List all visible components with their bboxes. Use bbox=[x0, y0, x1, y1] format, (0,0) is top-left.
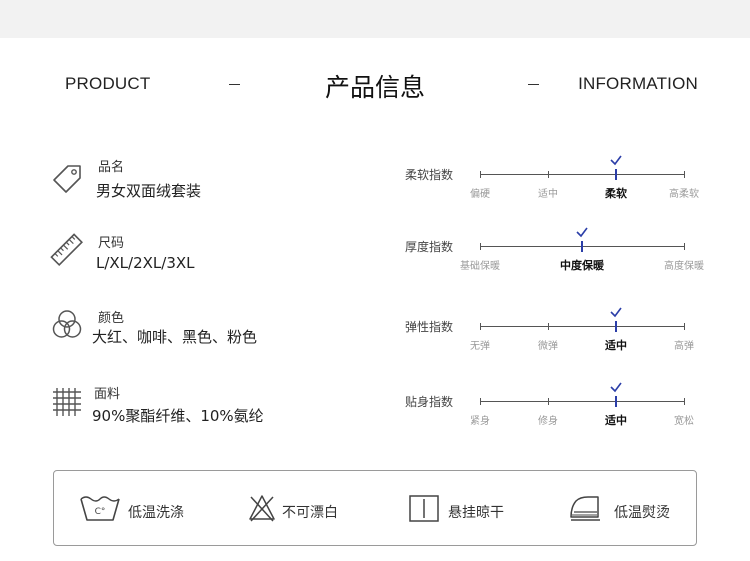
attribute-value: 大红、咖啡、黑色、粉色 bbox=[92, 328, 258, 346]
attribute-row-color: 颜色 大红、咖啡、黑色、粉色 bbox=[0, 305, 360, 365]
attribute-value: 男女双面绒套装 bbox=[96, 182, 202, 200]
scale-tick bbox=[480, 243, 481, 250]
attribute-label: 面料 bbox=[94, 387, 121, 402]
scale-tick bbox=[548, 323, 549, 330]
fabric-grid-icon bbox=[53, 388, 81, 416]
care-label: 低温洗涤 bbox=[128, 505, 184, 521]
attribute-row-fabric: 面料 90%聚酯纤维、10%氨纶 bbox=[0, 380, 360, 440]
tag-icon bbox=[53, 165, 81, 193]
checkmark-icon bbox=[610, 382, 622, 393]
scale-tick-label: 紧身 bbox=[470, 416, 490, 427]
no-bleach-icon bbox=[249, 495, 275, 522]
fit-scale: 贴身指数 紧身 修身 适中 宽松 bbox=[400, 382, 720, 435]
scale-tick bbox=[548, 398, 549, 405]
softness-scale: 柔软指数 偏硬 适中 柔软 高柔软 bbox=[400, 155, 720, 208]
wash-temp-label: C° bbox=[95, 507, 106, 517]
checkmark-icon bbox=[576, 227, 588, 238]
scale-tick-label: 基础保暖 bbox=[460, 261, 500, 272]
care-instructions-box: C° 低温洗涤 不可漂白 悬挂晾干 低温熨烫 bbox=[53, 470, 697, 546]
thickness-scale: 厚度指数 基础保暖 中度保暖 高度保暖 bbox=[400, 227, 720, 280]
scale-tick-label: 适中 bbox=[538, 189, 558, 200]
attribute-label: 品名 bbox=[98, 160, 125, 175]
scale-name: 厚度指数 bbox=[405, 240, 454, 254]
section-header: PRODUCT 产品信息 INFORMATION bbox=[0, 62, 750, 106]
top-band bbox=[0, 0, 750, 38]
scale-tick-label: 偏硬 bbox=[470, 189, 490, 200]
scale-marker bbox=[615, 169, 617, 180]
color-circles-icon bbox=[52, 310, 82, 338]
attribute-label: 尺码 bbox=[98, 236, 125, 251]
elasticity-scale: 弹性指数 无弹 微弹 适中 高弹 bbox=[400, 307, 720, 360]
scale-tick-label: 高柔软 bbox=[669, 189, 699, 200]
scale-selected-label: 适中 bbox=[605, 339, 627, 352]
scale-name: 弹性指数 bbox=[405, 320, 454, 334]
scale-marker bbox=[615, 396, 617, 407]
scale-selected-label: 适中 bbox=[605, 414, 627, 427]
scale-tick bbox=[684, 171, 685, 178]
scale-marker bbox=[615, 321, 617, 332]
scale-tick bbox=[548, 171, 549, 178]
scale-tick-label: 宽松 bbox=[674, 416, 694, 427]
scale-selected-label: 中度保暖 bbox=[560, 259, 604, 272]
attribute-value: 90%聚酯纤维、10%氨纶 bbox=[92, 407, 264, 425]
checkmark-icon bbox=[610, 155, 622, 166]
scale-tick-label: 高弹 bbox=[674, 341, 694, 352]
attribute-value: L/XL/2XL/3XL bbox=[96, 254, 195, 272]
scale-name: 贴身指数 bbox=[405, 395, 454, 409]
scale-name: 柔软指数 bbox=[405, 168, 454, 182]
care-label: 低温熨烫 bbox=[614, 505, 670, 521]
scale-selected-label: 柔软 bbox=[605, 187, 627, 200]
scale-tick-label: 高度保暖 bbox=[664, 261, 704, 272]
scale-tick-label: 微弹 bbox=[538, 341, 558, 352]
wash-30-icon: C° bbox=[80, 496, 120, 521]
attribute-row-size: 尺码 L/XL/2XL/3XL bbox=[0, 225, 360, 285]
care-label: 不可漂白 bbox=[282, 505, 338, 521]
scale-tick-label: 修身 bbox=[538, 416, 558, 427]
attribute-label: 颜色 bbox=[98, 311, 125, 326]
header-information-label: INFORMATION bbox=[578, 74, 698, 93]
checkmark-icon bbox=[610, 307, 622, 318]
scale-track bbox=[480, 227, 685, 252]
scale-track bbox=[480, 382, 685, 407]
scale-tick bbox=[480, 398, 481, 405]
scale-tick-label: 无弹 bbox=[470, 341, 490, 352]
scale-tick bbox=[480, 323, 481, 330]
scale-marker bbox=[581, 241, 583, 252]
scale-tick bbox=[684, 323, 685, 330]
ruler-icon bbox=[50, 233, 83, 266]
hang-dry-icon bbox=[409, 495, 439, 522]
scale-tick bbox=[684, 243, 685, 250]
care-label: 悬挂晾干 bbox=[448, 505, 504, 521]
scale-track bbox=[480, 155, 685, 180]
scale-tick bbox=[480, 171, 481, 178]
header-divider-right bbox=[528, 84, 539, 85]
attribute-row-name: 品名 男女双面绒套装 bbox=[0, 150, 360, 210]
scale-track bbox=[480, 307, 685, 332]
iron-low-icon bbox=[570, 496, 600, 521]
scale-tick bbox=[684, 398, 685, 405]
